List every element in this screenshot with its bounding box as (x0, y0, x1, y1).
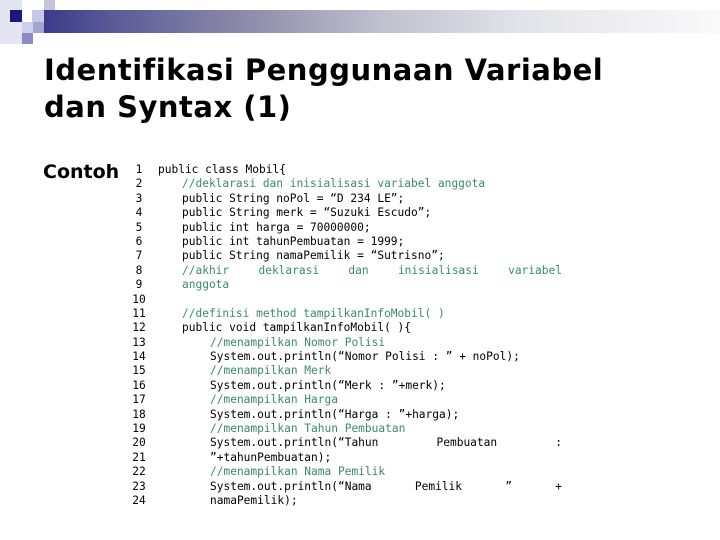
code-text: public String namaPemilik = “Sutrisno”; (182, 249, 445, 263)
code-token: Pembuatan (436, 436, 498, 450)
slide-title-line: Identifikasi Penggunaan Variabel (44, 53, 604, 87)
line-number: 9 (135, 278, 143, 292)
code-line: 6 public int tahunPembuatan = 1999; (120, 235, 580, 249)
code-text: System.out.println(“Harga : ”+harga); (210, 407, 460, 421)
code-token: : (555, 436, 562, 450)
deco-square (32, 10, 44, 22)
code-token: + (555, 479, 562, 493)
code-comment: //deklarasi dan inisialisasi variabel an… (182, 177, 486, 191)
line-number: 20 (132, 436, 146, 450)
code-comment: anggota (182, 278, 230, 292)
code-token: inisialisasi (397, 263, 479, 277)
code-line: 14 System.out.println(“Nomor Polisi : ” +… (120, 350, 580, 364)
code-text: namaPemilik); (210, 493, 298, 507)
code-line: 19 //menampilkan Tahun Pembuatan (120, 422, 580, 436)
header-gradient-bar (44, 10, 720, 33)
code-token: ” (505, 479, 512, 493)
code-token: deklarasi (258, 263, 320, 277)
slide-title-line: dan Syntax (1) (44, 90, 292, 124)
code-line: 21 ”+tahunPembuatan); (120, 451, 580, 465)
line-number: 11 (132, 306, 146, 320)
code-token: dan (348, 263, 369, 277)
deco-square (44, 0, 55, 10)
line-number: 3 (135, 191, 143, 205)
code-text: System.out.println(“Merk : ”+merk); (210, 378, 446, 392)
code-line: 5 public int harga = 70000000; (120, 221, 580, 235)
code-text: public String noPol = “D 234 LE”; (182, 191, 405, 205)
code-line: 8 //akhir deklarasi dan inisialisasi variabel (120, 264, 580, 278)
code-line: 16 System.out.println(“Merk : ”+merk); (120, 379, 580, 393)
line-number: 18 (132, 407, 146, 421)
code-text: System.out.println(“Tahun Pembuatan: (158, 436, 580, 450)
line-number: 24 (132, 493, 146, 507)
code-line: 18 System.out.println(“Harga : ”+harga); (120, 408, 580, 422)
code-line: 4 public String merk = “Suzuki Escudo”; (120, 206, 580, 220)
code-comment: //menampilkan Nama Pemilik (210, 465, 386, 479)
line-number: 2 (135, 177, 143, 191)
line-number: 14 (132, 350, 146, 364)
deco-square (0, 0, 22, 44)
line-number: 21 (132, 450, 146, 464)
code-comment: //akhir deklarasi dan inisialisasi variabel (158, 264, 580, 278)
deco-square (22, 33, 33, 44)
code-line: 20 System.out.println(“Tahun Pembuatan: (120, 436, 580, 450)
code-line: 22 //menampilkan Nama Pemilik (120, 465, 580, 479)
deco-square (10, 10, 22, 22)
code-comment: //definisi method tampilkanInfoMobil( ) (182, 306, 445, 320)
code-line: 12 public void tampilkanInfoMobil( ){ (120, 321, 580, 335)
line-number: 5 (135, 220, 143, 234)
line-number: 1 (135, 163, 143, 176)
line-number: 6 (135, 234, 143, 248)
code-listing: 1 public class Mobil{ 2 //deklarasi dan ini… (120, 163, 580, 508)
code-line: 1 public class Mobil{ (120, 163, 580, 177)
code-text: public String merk = “Suzuki Escudo”; (182, 206, 432, 220)
deco-square (22, 22, 33, 33)
code-line: 24 namaPemilik); (120, 494, 580, 508)
code-token: System.out.println(“Nama (210, 479, 372, 493)
code-token: Pemilik (414, 479, 463, 493)
line-number: 12 (132, 321, 146, 335)
code-line: 13 //menampilkan Nomor Polisi (120, 336, 580, 350)
code-line: 11 //definisi method tampilkanInfoMobil( … (120, 307, 580, 321)
code-comment: //menampilkan Nomor Polisi (210, 335, 386, 349)
code-comment: //menampilkan Merk (210, 364, 332, 378)
code-line: 7 public String namaPemilik = “Sutrisno”; (120, 249, 580, 263)
line-number: 15 (132, 364, 146, 378)
code-text: public void tampilkanInfoMobil( ){ (182, 321, 412, 335)
code-line: 15 //menampilkan Merk (120, 364, 580, 378)
code-line: 3 public String noPol = “D 234 LE”; (120, 192, 580, 206)
line-number: 4 (135, 206, 143, 220)
code-text: public class Mobil{ (158, 163, 286, 176)
line-number: 23 (132, 479, 146, 493)
code-token: System.out.println(“Tahun (210, 436, 379, 450)
code-line: 9 anggota (120, 278, 580, 292)
line-number: 10 (132, 292, 146, 306)
deco-square (33, 22, 44, 33)
code-line: 23 System.out.println(“Nama Pemilik ” + (120, 480, 580, 494)
line-number: 8 (135, 263, 143, 277)
code-line: 2 //deklarasi dan inisialisasi variabel a… (120, 177, 580, 191)
line-number: 17 (132, 393, 146, 407)
bullet-label: Contoh (43, 161, 120, 183)
code-comment: //menampilkan Harga (210, 393, 338, 407)
line-number: 13 (132, 335, 146, 349)
code-token: //akhir (182, 263, 230, 277)
code-line: 17 //menampilkan Harga (120, 393, 580, 407)
code-text: System.out.println(“Nomor Polisi : ” + n… (210, 350, 520, 364)
line-number: 19 (132, 422, 146, 436)
code-text: public int tahunPembuatan = 1999; (182, 234, 405, 248)
code-comment: //menampilkan Tahun Pembuatan (210, 422, 406, 436)
slide-title: Identifikasi Penggunaan Variabel dan Syn… (44, 52, 603, 126)
code-text: public int harga = 70000000; (182, 220, 371, 234)
code-text: System.out.println(“Nama Pemilik ” + (158, 480, 580, 494)
code-token: variabel (508, 263, 562, 277)
line-number: 22 (132, 465, 146, 479)
code-text: ”+tahunPembuatan); (210, 450, 332, 464)
line-number: 7 (135, 249, 143, 263)
line-number: 16 (132, 378, 146, 392)
code-line: 10 (120, 293, 580, 307)
